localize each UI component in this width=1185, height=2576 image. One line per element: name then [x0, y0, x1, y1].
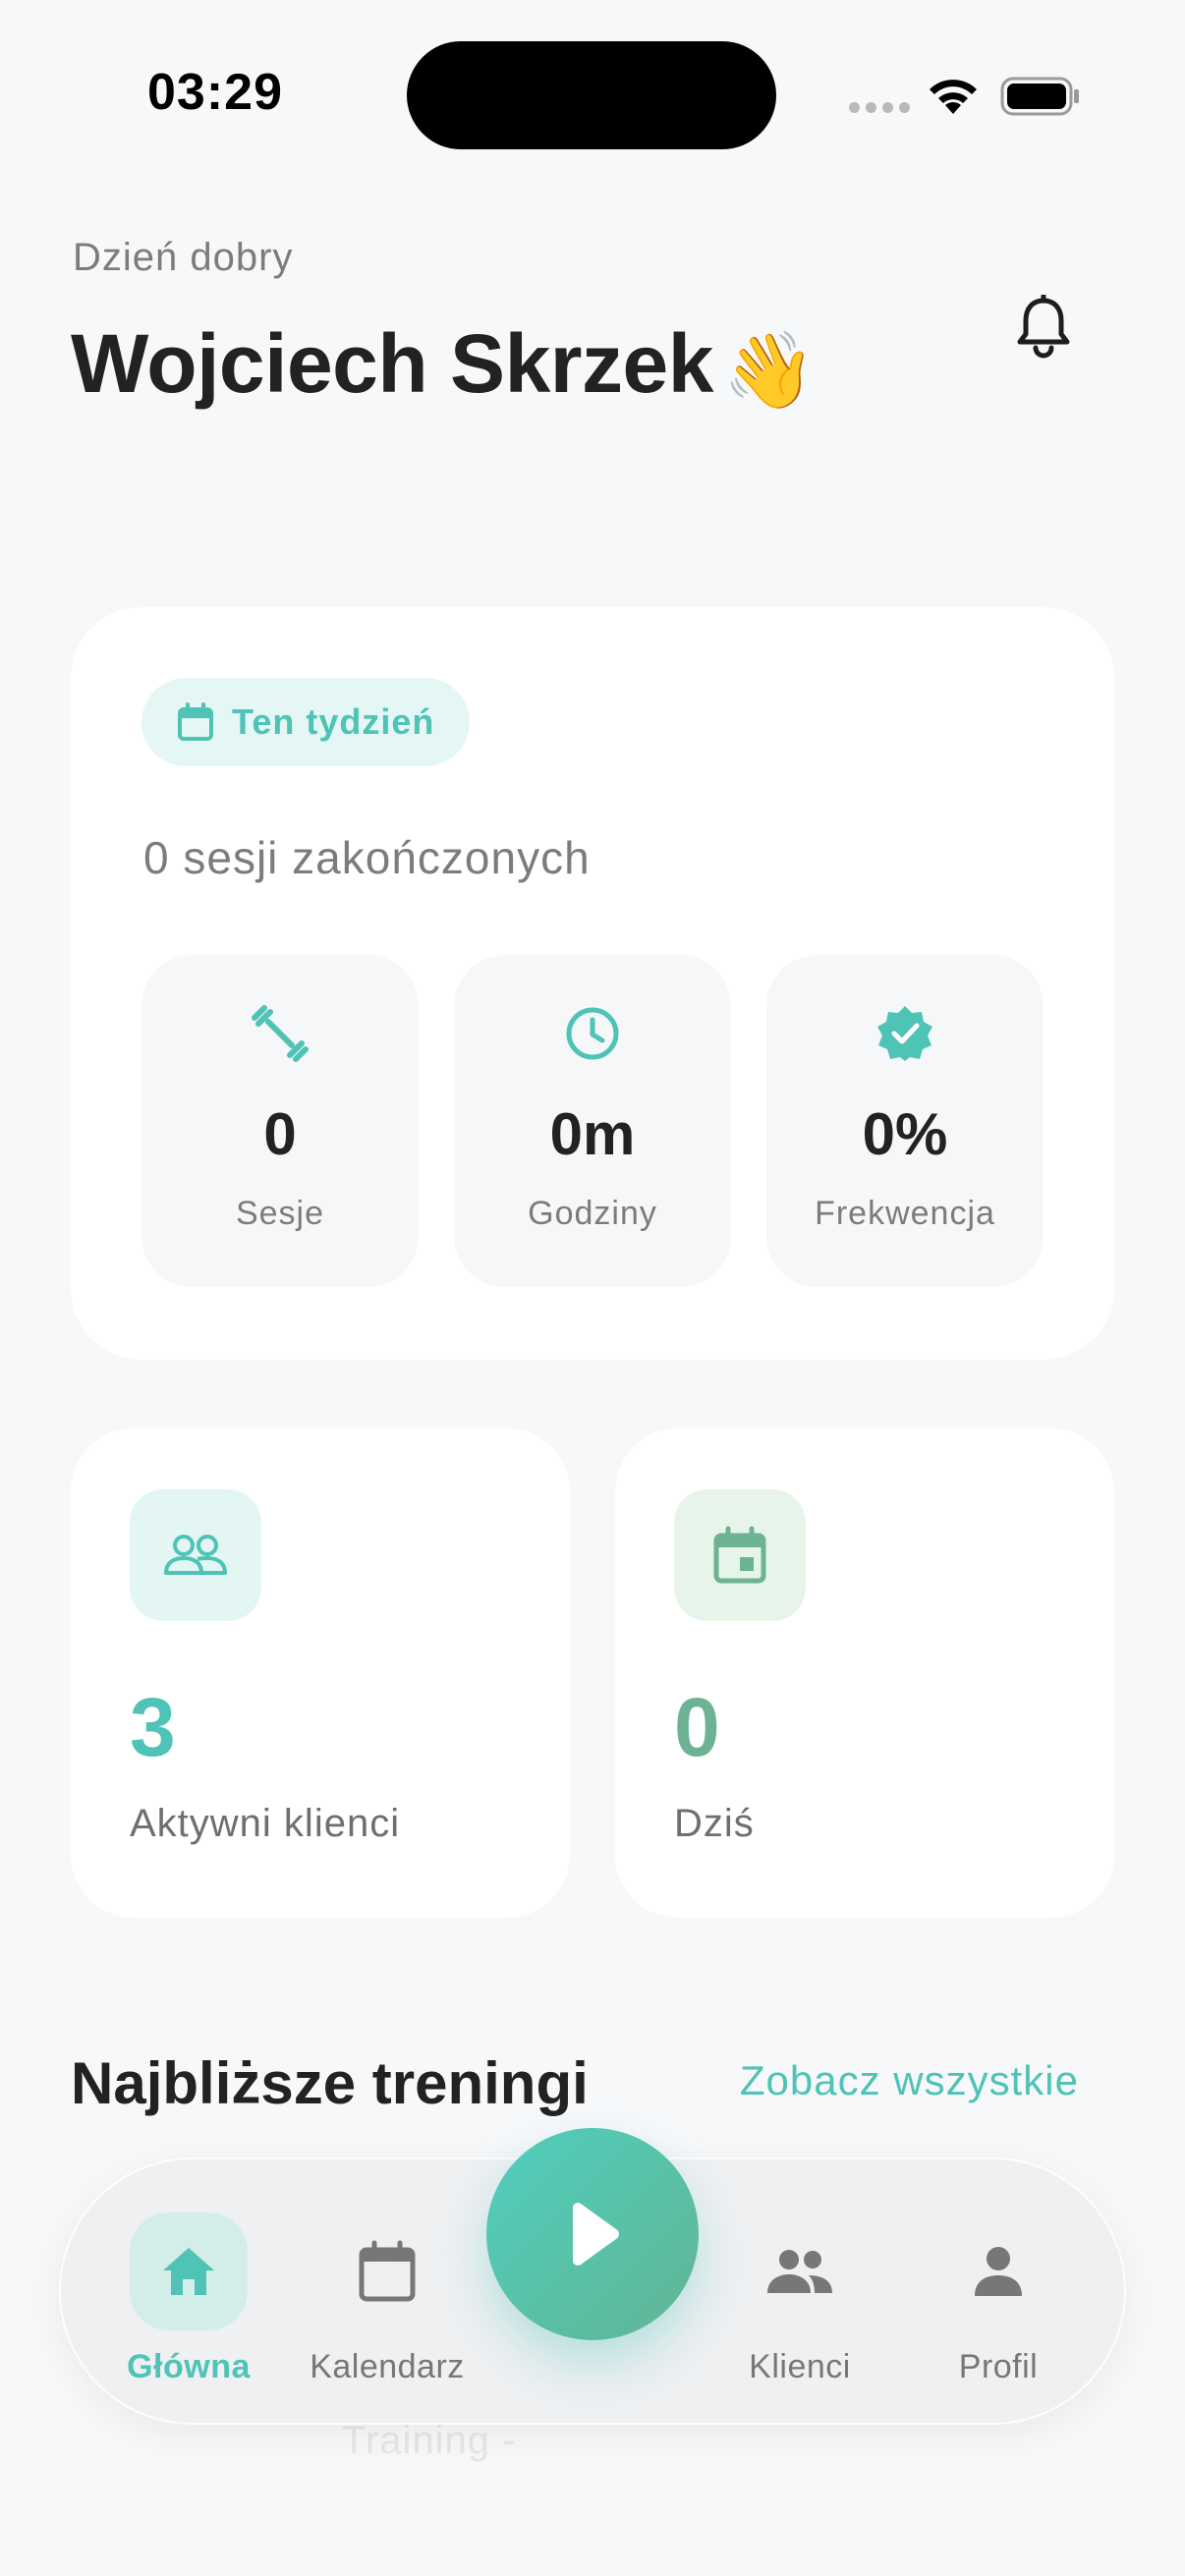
sessions-completed-text: 0 sesji zakończonych	[143, 832, 591, 883]
upcoming-trainings-title: Najbliższe treningi	[71, 2050, 589, 2116]
stat-tile-hours: 0m Godziny	[454, 955, 731, 1287]
tab-calendar-label: Kalendarz	[310, 2348, 465, 2385]
today-card[interactable]: 0 Dziś	[615, 1428, 1114, 1918]
week-summary-card: Ten tydzień 0 sesji zakończonych 0 Sesje	[71, 607, 1114, 1360]
tab-profile-icon-wrap	[939, 2212, 1057, 2330]
battery-icon	[1000, 77, 1079, 116]
see-all-link[interactable]: Zobacz wszystkie	[740, 2057, 1079, 2104]
tab-profile-label: Profil	[958, 2348, 1039, 2385]
bell-icon[interactable]	[1014, 295, 1073, 360]
greeting-text: Dzień dobry	[73, 236, 294, 279]
dumbbell-icon	[252, 1005, 309, 1062]
hours-label: Godziny	[528, 1195, 657, 1232]
tab-clients[interactable]: Klienci	[702, 2212, 898, 2399]
calendar-icon	[178, 702, 213, 741]
active-clients-card[interactable]: 3 Aktywni klienci	[71, 1428, 570, 1918]
today-label: Dziś	[674, 1802, 755, 1845]
cellular-signal-icon	[849, 102, 910, 113]
home-icon	[163, 2248, 214, 2295]
stat-tile-sessions: 0 Sesje	[141, 955, 419, 1287]
start-training-button[interactable]	[486, 2128, 699, 2340]
attendance-label: Frekwencja	[815, 1195, 995, 1232]
calendar-today-icon	[713, 1526, 766, 1584]
play-icon	[573, 2203, 619, 2266]
today-icon-box	[674, 1489, 806, 1621]
clients-group-icon	[164, 1535, 227, 1575]
tab-calendar-icon-wrap	[328, 2212, 446, 2330]
hours-value: 0m	[549, 1101, 636, 1167]
clock-icon	[566, 1007, 619, 1060]
tab-clients-icon-wrap	[741, 2212, 859, 2330]
tab-profile[interactable]: Profil	[900, 2212, 1097, 2399]
today-value: 0	[674, 1681, 720, 1773]
status-time: 03:29	[147, 64, 283, 121]
tab-home-icon-wrap	[130, 2212, 248, 2330]
clients-icon	[767, 2250, 832, 2293]
stat-tile-attendance: 0% Frekwencja	[766, 955, 1044, 1287]
tab-home-label: Główna	[127, 2348, 251, 2385]
tab-clients-label: Klienci	[749, 2348, 851, 2385]
active-clients-icon-box	[130, 1489, 261, 1621]
sessions-value: 0	[263, 1101, 297, 1167]
dynamic-island	[407, 41, 776, 149]
verified-badge-icon	[877, 1006, 932, 1061]
wifi-icon	[930, 80, 977, 114]
tab-calendar[interactable]: Kalendarz	[289, 2212, 485, 2399]
user-name: Wojciech Skrzek 👋	[71, 316, 817, 415]
active-clients-value: 3	[130, 1681, 176, 1773]
calendar-icon	[359, 2240, 416, 2302]
week-chip[interactable]: Ten tydzień	[141, 678, 471, 766]
profile-icon	[975, 2247, 1022, 2296]
active-clients-label: Aktywni klienci	[130, 1802, 401, 1845]
attendance-value: 0%	[862, 1101, 948, 1167]
sessions-label: Sesje	[235, 1195, 325, 1232]
wave-icon: 👋	[722, 328, 817, 413]
tab-home[interactable]: Główna	[90, 2212, 287, 2399]
week-chip-label: Ten tydzień	[232, 701, 435, 742]
upcoming-training-peek: Training -	[342, 2419, 517, 2462]
home-screen: 03:29 Dzień dobry Wojciech Skrzek👋 Ten	[0, 0, 1185, 2576]
user-name-text: Wojciech Skrzek	[71, 317, 713, 410]
